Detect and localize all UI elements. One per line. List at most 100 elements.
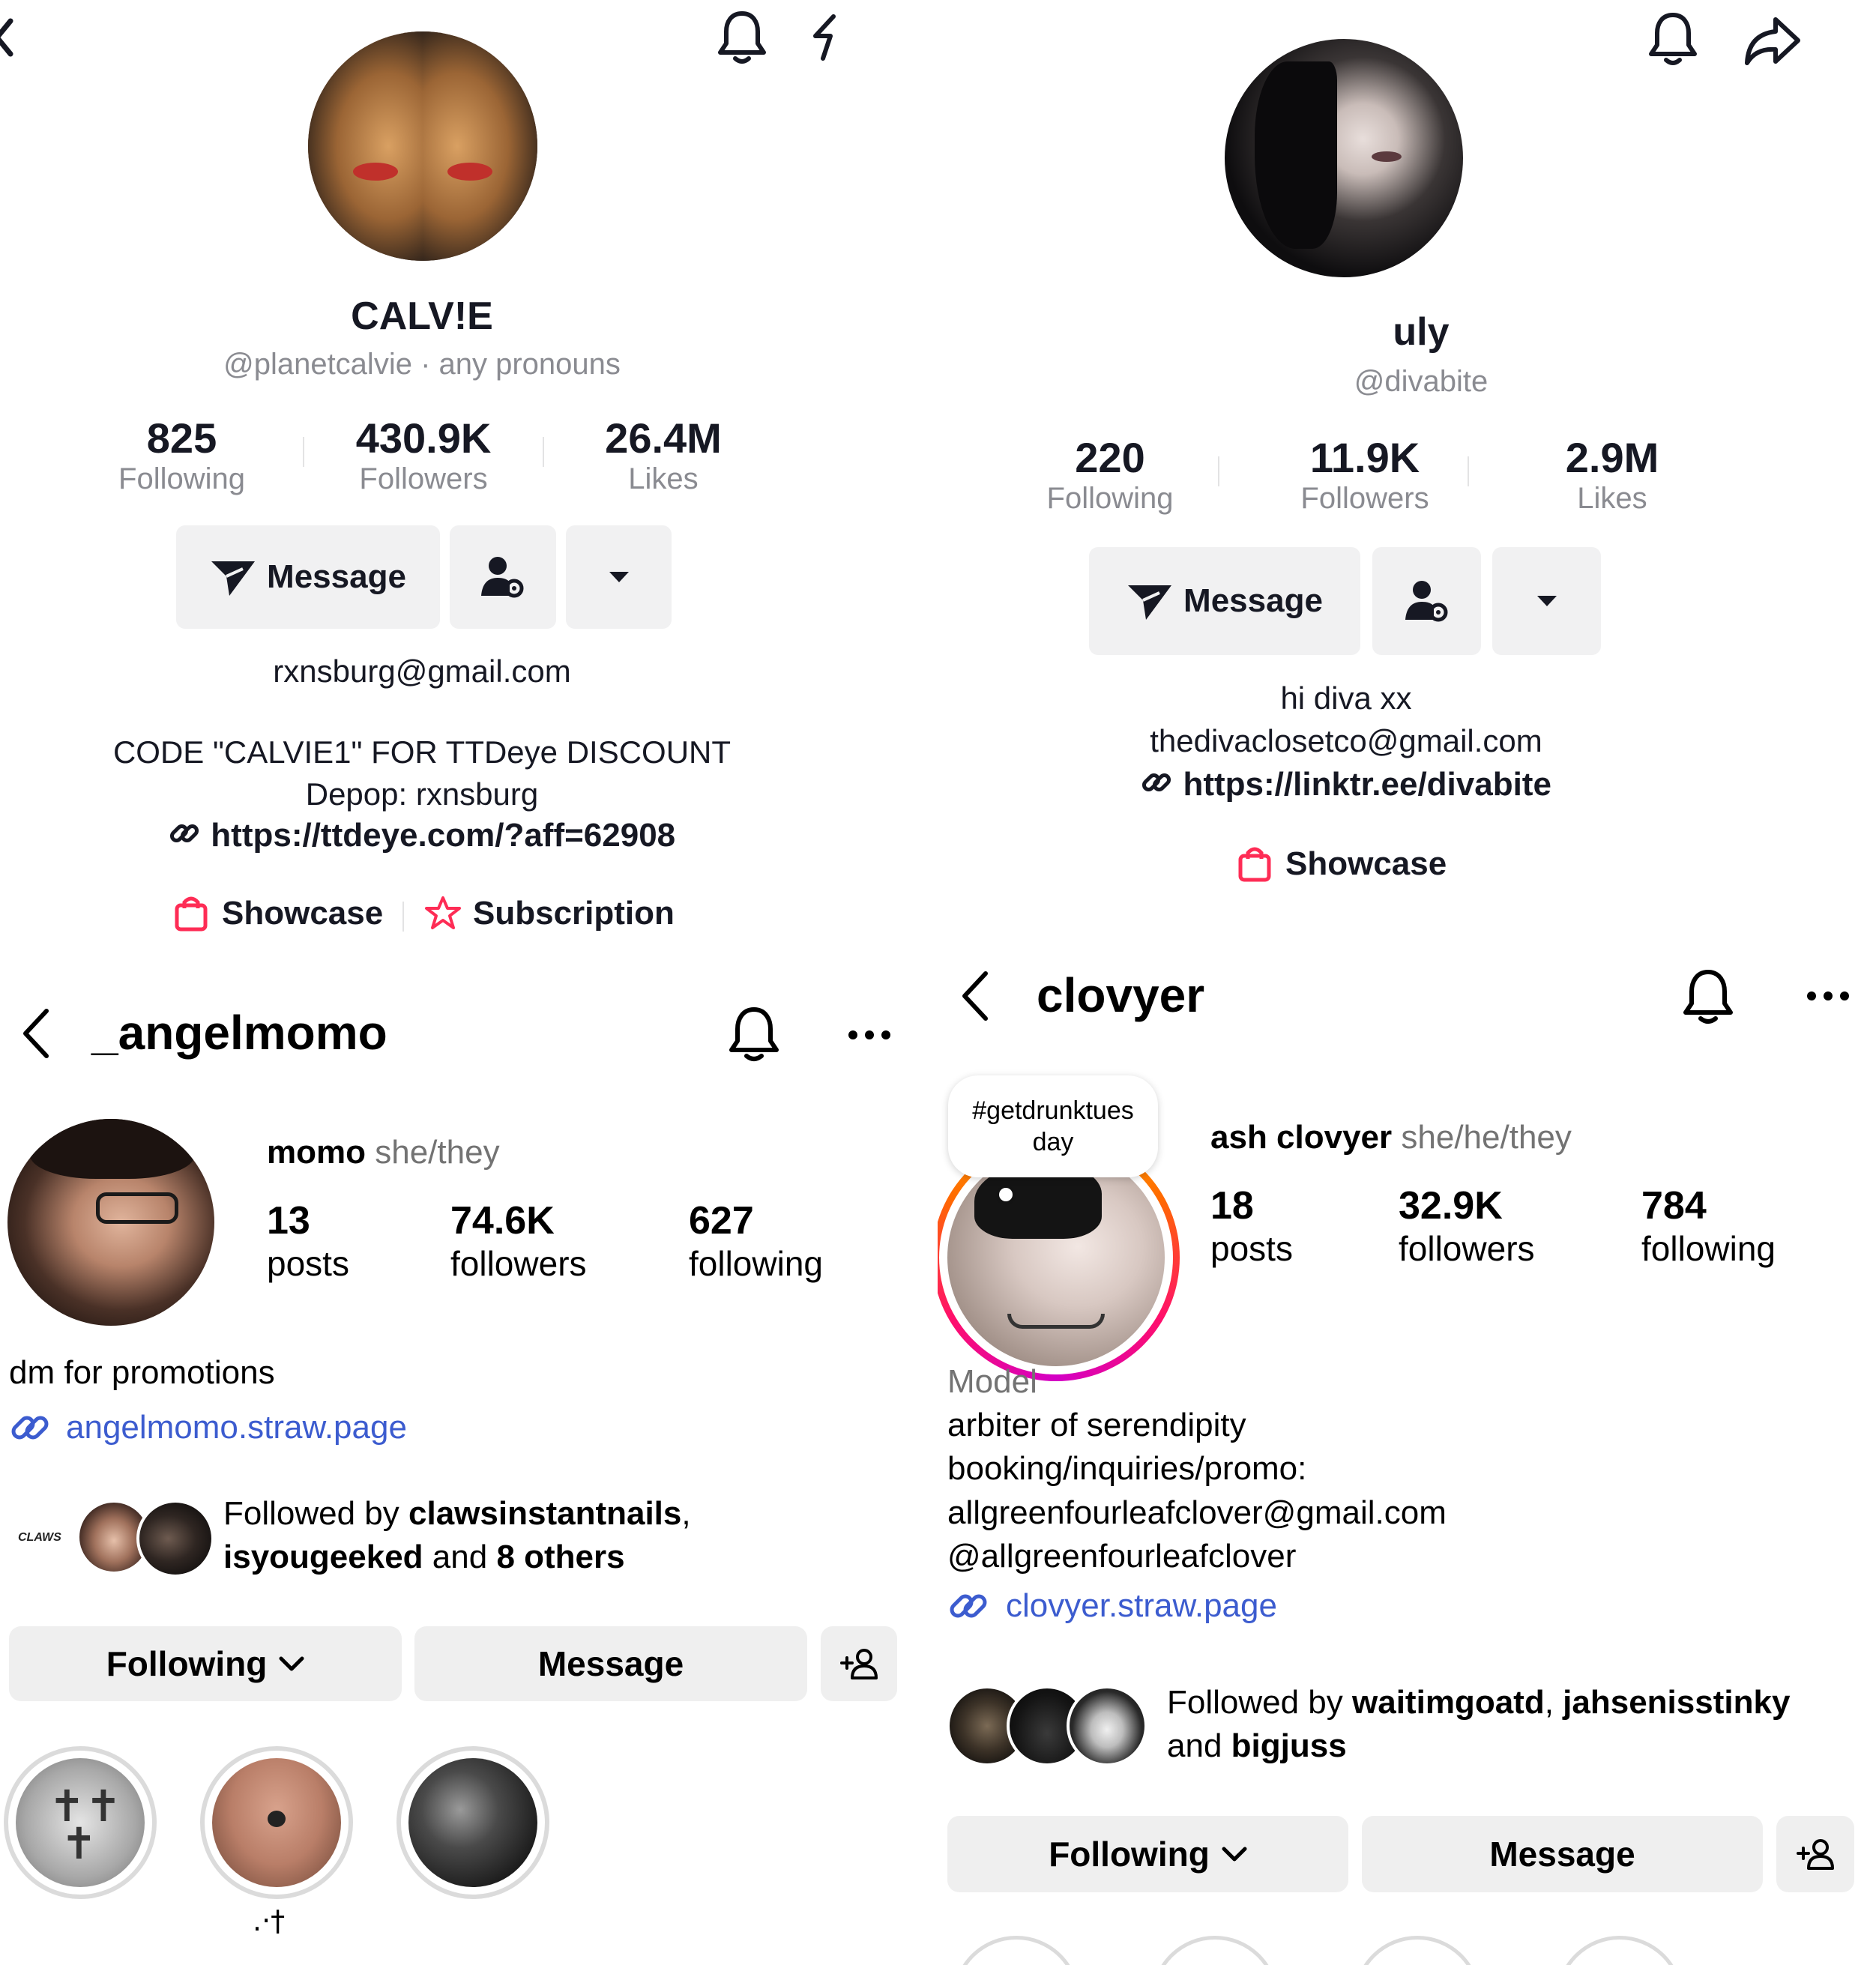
stat-label: posts [267,1244,349,1283]
highlight-paw-tattoo-image [212,1758,341,1887]
add-user-icon [1797,1838,1834,1870]
story-highlight[interactable] [953,1936,1080,1965]
bio-link[interactable]: https://ttdeye.com/?aff=62908 [0,817,844,854]
message-label: Message [1183,582,1323,619]
stat-following[interactable]: 220 Following [1013,433,1207,516]
profile-name-line: momo she/they [267,1134,500,1171]
story-highlight[interactable] [396,1746,549,1899]
others-count: 8 others [496,1539,625,1575]
profile-username: _angelmomo [91,1006,387,1060]
following-button[interactable]: Following [9,1626,402,1701]
message-button[interactable]: Message [176,525,440,629]
more-dropdown-button[interactable] [1492,547,1601,655]
follower-avatar: CLAWS [7,1500,81,1573]
link-text: https://ttdeye.com/?aff=62908 [211,817,676,854]
stat-value: 430.9K [355,414,492,462]
tiktok-profile-calvie: CALV!E @planetcalvie · any pronouns 825 … [0,0,938,947]
link-text: angelmomo.straw.page [66,1409,407,1446]
highlight-caption: .·† [253,1904,286,1937]
more-options-icon[interactable] [847,1029,892,1041]
stat-value: 18 [1210,1184,1254,1228]
stat-value: 627 [689,1199,754,1243]
bio-link[interactable]: clovyer.straw.page [947,1585,1277,1627]
follow-settings-button[interactable] [450,525,556,629]
pronouns: she/they [375,1134,500,1171]
back-icon[interactable] [19,1006,52,1060]
message-button[interactable]: Message [1089,547,1360,655]
message-label: Message [1489,1835,1635,1874]
link-icon [9,1407,51,1449]
stat-followers[interactable]: 11.9K Followers [1260,433,1470,516]
stat-label: followers [1399,1229,1535,1268]
stat-likes: 26.4M Likes [570,414,757,496]
more-options-icon[interactable] [1806,990,1851,1002]
bell-icon[interactable] [716,9,768,66]
stat-followers[interactable]: 74.6K followers [450,1198,587,1284]
bio-line: booking/inquiries/promo: [947,1450,1307,1487]
profile-avatar [947,1149,1165,1366]
note-bubble[interactable]: #getdrunktuesday [948,1075,1158,1177]
story-highlight[interactable] [1556,1936,1683,1965]
follower-name: clawsinstantnails [408,1495,682,1532]
back-icon[interactable] [959,969,992,1023]
caret-down-icon [1536,594,1558,608]
message-button[interactable]: Message [414,1626,807,1701]
subscription-star-icon [423,895,462,932]
bell-icon[interactable] [1681,966,1735,1026]
display-name: CALV!E [351,295,493,338]
more-dropdown-button[interactable] [566,525,672,629]
bio-line: Depop: rxnsburg [305,776,539,812]
stat-value: 825 [146,414,217,462]
chevron-down-icon [279,1656,304,1671]
profile-avatar[interactable] [7,1119,214,1326]
followed-by-avatars[interactable] [947,1685,1149,1768]
follower-logo-text: CLAWS [18,1531,61,1544]
stat-label: following [689,1244,823,1283]
follow-settings-button[interactable] [1372,547,1481,655]
bell-icon[interactable] [1647,10,1699,67]
stat-followers[interactable]: 430.9K Followers [322,414,525,496]
link-text: https://linktr.ee/divabite [1183,766,1551,803]
story-highlight[interactable] [1354,1936,1481,1965]
stat-value: 32.9K [1399,1184,1503,1228]
add-user-icon [840,1648,878,1679]
story-highlight[interactable] [1151,1936,1279,1965]
shopping-bag-icon [174,895,208,932]
username-pronouns: @planetcalvie · any pronouns [223,348,621,381]
message-button[interactable]: Message [1362,1816,1763,1892]
followed-by-text[interactable]: Followed by clawsinstantnails, isyougeeke… [223,1492,928,1579]
bio-link[interactable]: https://linktr.ee/divabite [938,766,1755,803]
stat-following[interactable]: 627 following [689,1198,823,1284]
stat-posts[interactable]: 13 posts [267,1198,349,1284]
suggest-users-button[interactable] [821,1626,897,1701]
story-highlight[interactable] [200,1746,353,1899]
link-icon [1141,767,1172,798]
stat-following[interactable]: 825 Following [90,414,274,496]
stat-label: followers [450,1244,587,1283]
stat-posts[interactable]: 18 posts [1210,1183,1293,1269]
profile-avatar[interactable] [1225,39,1463,277]
story-highlight[interactable]: ✝✝ ✝ [4,1746,157,1899]
share-arrow-icon[interactable] [1743,15,1803,69]
bell-icon[interactable] [727,1003,781,1063]
follower-avatar [1067,1685,1147,1766]
suggest-users-button[interactable] [1776,1816,1854,1892]
followed-by-avatars[interactable]: CLAWS [7,1495,214,1578]
profile-avatar[interactable] [308,31,537,261]
following-button[interactable]: Following [947,1816,1348,1892]
send-icon [210,557,256,597]
stat-value: 784 [1641,1184,1707,1228]
stat-followers[interactable]: 32.9K followers [1399,1183,1535,1269]
bio-link[interactable]: angelmomo.straw.page [9,1407,407,1449]
share-icon[interactable] [808,13,845,63]
followed-by-text[interactable]: Followed by waitimgoatd, jahsenisstinky a… [1167,1681,1872,1768]
note-bubble-tail [999,1188,1013,1201]
showcase-button[interactable]: Showcase [1237,845,1447,883]
showcase-button[interactable]: Showcase [174,895,383,932]
followed-by-prefix: Followed by [223,1495,409,1532]
back-icon[interactable] [0,15,15,60]
user-gear-icon [1404,578,1450,624]
bio-mention[interactable]: @allgreenfourleafclover [947,1535,1296,1578]
stat-following[interactable]: 784 following [1641,1183,1776,1269]
subscription-button[interactable]: Subscription [423,895,675,932]
